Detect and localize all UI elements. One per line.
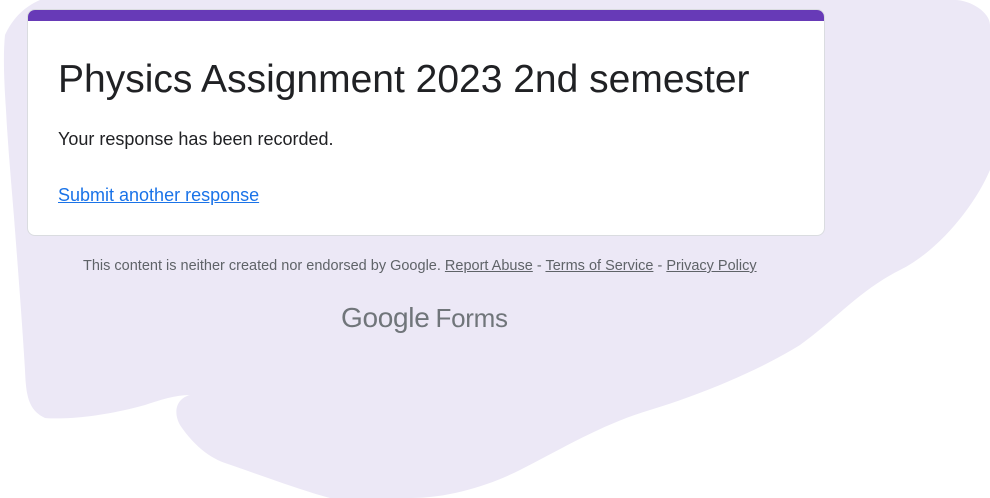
footer-disclaimer: This content is neither created nor endo… (83, 256, 757, 276)
terms-of-service-link[interactable]: Terms of Service (545, 258, 653, 274)
card-accent-bar (28, 10, 824, 21)
confirmation-message: Your response has been recorded. (58, 129, 334, 149)
logo-forms-text: Forms (435, 303, 508, 333)
confirmation-card: Physics Assignment 2023 2nd semester You… (27, 9, 825, 236)
form-title: Physics Assignment 2023 2nd semester (58, 58, 750, 101)
disclaimer-text: This content is neither created nor endo… (83, 258, 441, 274)
google-forms-logo[interactable]: Google Forms (341, 298, 508, 338)
submit-another-response-link[interactable]: Submit another response (58, 183, 259, 207)
privacy-policy-link[interactable]: Privacy Policy (666, 258, 756, 274)
separator: - (657, 258, 663, 274)
report-abuse-link[interactable]: Report Abuse (445, 258, 533, 274)
logo-google-text: Google (341, 302, 430, 333)
separator: - (536, 258, 542, 274)
